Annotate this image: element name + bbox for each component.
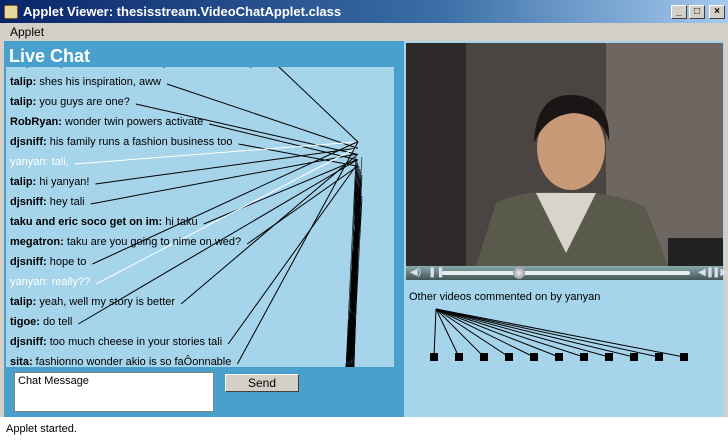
other-video-node[interactable] (480, 353, 488, 361)
other-video-node[interactable] (555, 353, 563, 361)
chat-text: really?? (48, 276, 91, 288)
chat-nick[interactable]: talip: (10, 76, 36, 88)
chat-message: djsniff: hey tali (10, 196, 85, 212)
video-link-line (435, 308, 635, 358)
close-icon[interactable]: × (709, 4, 725, 19)
chat-message: talip: you guys are one? (10, 96, 130, 112)
chat-message-input[interactable]: Chat Message (14, 372, 214, 412)
maximize-icon[interactable]: □ (689, 4, 705, 19)
chat-message: talip: her girlfriend mehtra is a great … (10, 67, 270, 72)
chat-message: sita: fashionno wonder akio is so faÔonn… (10, 356, 231, 367)
chat-text: yeah, well my story is better (36, 296, 176, 308)
video-link-line (433, 308, 437, 358)
chat-nick[interactable]: djsniff: (10, 196, 47, 208)
video-link-line (435, 308, 660, 358)
chat-nick[interactable]: djsniff: (10, 136, 47, 148)
chat-text: shes his inspiration, aww (36, 76, 162, 88)
chat-nick[interactable]: talip: (10, 96, 36, 108)
chat-connector-line (246, 165, 359, 245)
chat-message: yanyan: tali, (10, 156, 69, 172)
chat-title: Live Chat (9, 46, 91, 66)
chat-connector-line (236, 141, 359, 365)
other-video-node[interactable] (655, 353, 663, 361)
window-title: Applet Viewer: thesisstream.VideoChatApp… (23, 4, 342, 19)
chat-connector-line (203, 159, 357, 225)
chat-text: hey tali (46, 196, 85, 208)
chat-text: you guys are one? (36, 96, 130, 108)
other-videos-graph (430, 308, 688, 361)
menu-bar: Applet (0, 23, 728, 41)
applet-area: Live Chat talip: her girlfriend mehtra i… (4, 41, 728, 417)
minimize-icon[interactable]: _ (671, 4, 687, 19)
chat-nick[interactable]: talip: (10, 176, 36, 188)
send-button[interactable]: Send (225, 374, 299, 392)
chat-message: yanyan: really?? (10, 276, 90, 292)
chat-text: taku are you going to nime on wed? (63, 236, 242, 248)
chat-nick[interactable]: talip: (10, 67, 36, 68)
other-video-node[interactable] (430, 353, 438, 361)
other-video-node[interactable] (455, 353, 463, 361)
chat-message: megatron: taku are you going to nime on … (10, 236, 241, 252)
chat-text: do tell (39, 316, 73, 328)
chat-text: too much cheese in your stories tali (46, 336, 223, 348)
chat-text: wonder twin powers activate (61, 116, 204, 128)
chat-nick[interactable]: djsniff: (10, 336, 47, 348)
other-video-node[interactable] (605, 353, 613, 361)
chat-message: taku and eric soco get on im: hi taku (10, 216, 198, 232)
chat-message: djsniff: his family runs a fashion busin… (10, 136, 233, 152)
chat-message: talip: yeah, well my story is better (10, 296, 175, 312)
video-link-line (435, 308, 535, 358)
chat-nick[interactable]: sita: (10, 356, 33, 367)
other-video-node[interactable] (530, 353, 538, 361)
chat-message: talip: hi yanyan! (10, 176, 89, 192)
chat-nick[interactable]: djsniff: (10, 256, 47, 268)
chat-message: tigoe: do tell (10, 316, 72, 332)
chat-message: djsniff: too much cheese in your stories… (10, 336, 222, 352)
chat-text: tali, (48, 156, 69, 168)
chat-text: hi yanyan! (36, 176, 90, 188)
other-video-node[interactable] (680, 353, 688, 361)
other-video-node[interactable] (580, 353, 588, 361)
chat-text: hi taku (162, 216, 198, 228)
chat-nick[interactable]: tigoe: (10, 316, 40, 328)
chat-message: djsniff: hope to (10, 256, 86, 272)
video-link-line (435, 308, 485, 358)
video-link-line (435, 308, 610, 358)
status-bar: Applet started. (0, 417, 728, 444)
status-text: Applet started. (6, 423, 77, 435)
chat-nick[interactable]: talip: (10, 296, 36, 308)
chat-connector-line (278, 67, 359, 143)
chat-nick[interactable]: yanyan: (10, 276, 49, 288)
title-bar: Applet Viewer: thesisstream.VideoChatApp… (0, 0, 728, 23)
menu-item-applet[interactable]: Applet (10, 25, 44, 39)
window-controls: _ □ × (671, 4, 725, 19)
chat-text: his family runs a fashion business too (46, 136, 233, 148)
chat-connector-line (180, 153, 359, 305)
chat-nick[interactable]: RobRyan: (10, 116, 62, 128)
other-video-node[interactable] (505, 353, 513, 361)
chat-nick[interactable]: megatron: (10, 236, 64, 248)
chat-nick[interactable]: yanyan: (10, 156, 49, 168)
other-video-node[interactable] (630, 353, 638, 361)
chat-nick[interactable]: taku and eric soco get on im: (10, 216, 162, 228)
chat-text: her girlfriend mehtra is a great fashion… (36, 67, 270, 68)
chat-message: RobRyan: wonder twin powers activate (10, 116, 203, 132)
java-app-icon (4, 4, 18, 19)
chat-log[interactable]: talip: her girlfriend mehtra is a great … (6, 67, 394, 367)
chat-text: fashionno wonder akio is so faÔonnable (32, 356, 232, 367)
chat-text: hope to (46, 256, 87, 268)
video-panel: ◀) ❚❚ ◀❚ ❚▶ Other videos commented on by… (404, 41, 728, 417)
chat-message: talip: shes his inspiration, aww (10, 76, 161, 92)
